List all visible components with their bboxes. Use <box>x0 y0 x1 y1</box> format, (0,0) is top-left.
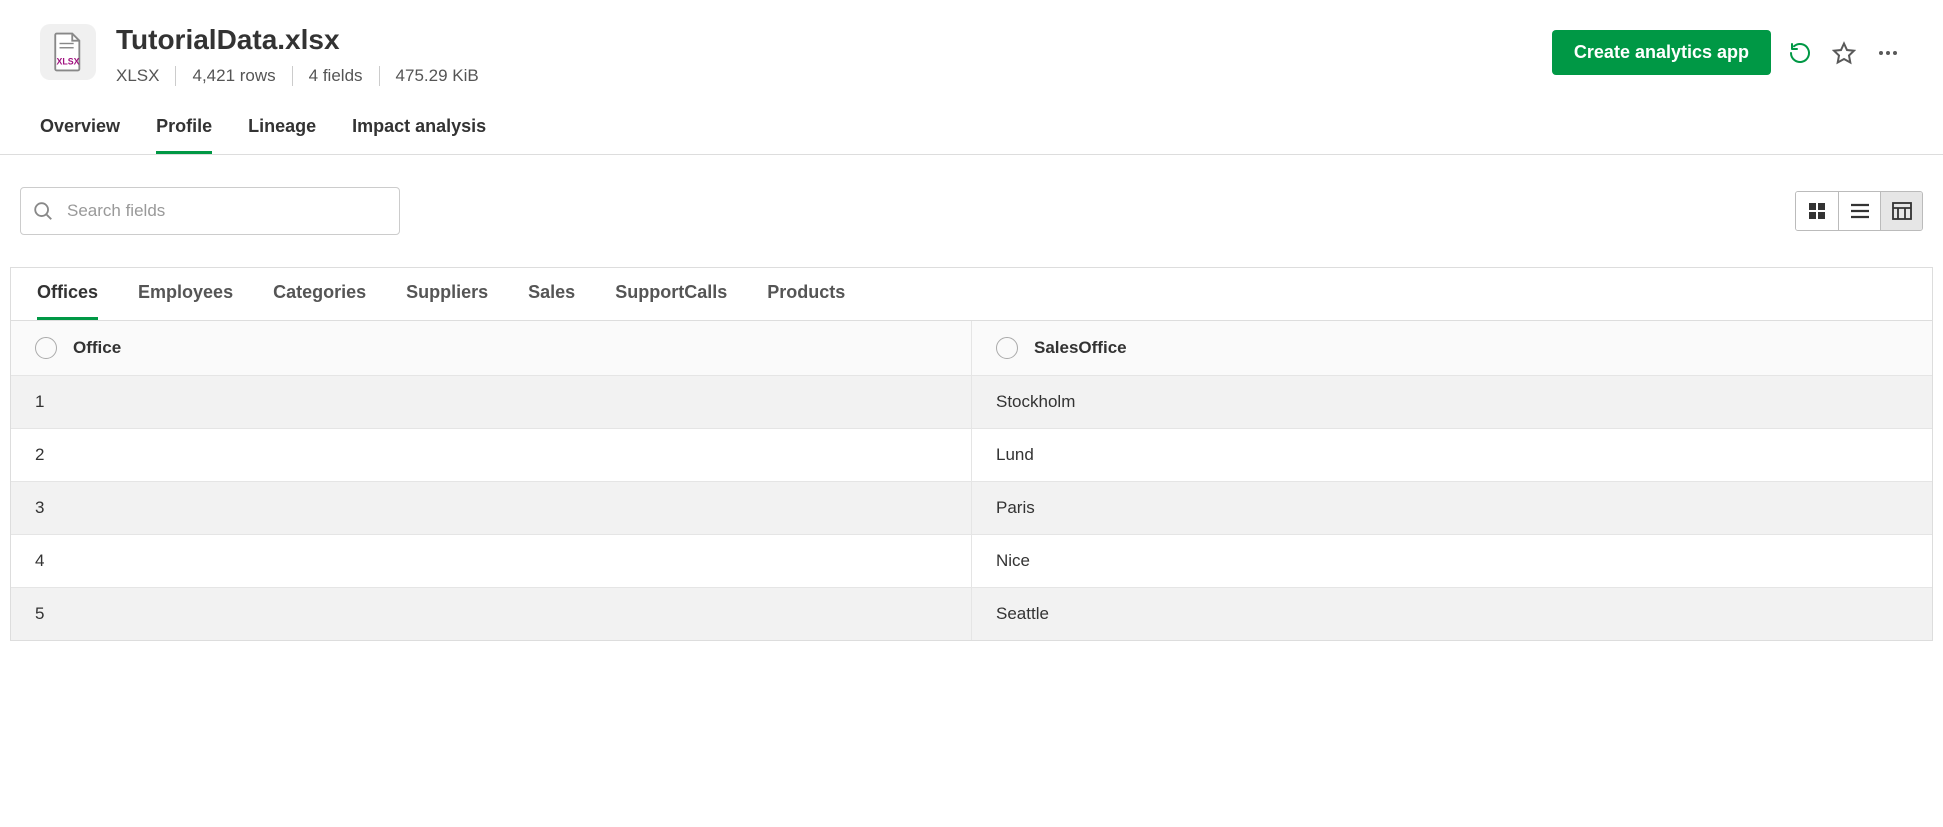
sheet-tabs: Offices Employees Categories Suppliers Sales… <box>11 268 1932 321</box>
sheet-tab-employees[interactable]: Employees <box>138 268 233 320</box>
star-icon[interactable] <box>1829 38 1859 68</box>
search-input[interactable] <box>20 187 400 235</box>
column-label: SalesOffice <box>1034 338 1127 358</box>
table-body: 1Stockholm2Lund3Paris4Nice5Seattle <box>11 376 1932 641</box>
tab-impact-analysis[interactable]: Impact analysis <box>352 104 486 154</box>
view-toggle <box>1795 191 1923 231</box>
cell-office: 4 <box>11 535 972 588</box>
data-table: Office SalesOffice 1Stockholm2Lund3Paris4… <box>11 321 1932 640</box>
table-header-row: Office SalesOffice <box>11 321 1932 376</box>
sheet-tab-products[interactable]: Products <box>767 268 845 320</box>
sheet-tab-suppliers[interactable]: Suppliers <box>406 268 488 320</box>
column-select-radio[interactable] <box>35 337 57 359</box>
cell-office: 3 <box>11 482 972 535</box>
more-icon[interactable] <box>1873 38 1903 68</box>
primary-tabs: Overview Profile Lineage Impact analysis <box>0 104 1943 155</box>
table-row[interactable]: 3Paris <box>11 482 1932 535</box>
meta-filetype: XLSX <box>116 66 175 86</box>
tab-profile[interactable]: Profile <box>156 104 212 154</box>
column-header-salesoffice[interactable]: SalesOffice <box>972 321 1933 376</box>
table-row[interactable]: 4Nice <box>11 535 1932 588</box>
cell-salesoffice: Seattle <box>972 588 1933 641</box>
table-row[interactable]: 5Seattle <box>11 588 1932 641</box>
sheet-tab-categories[interactable]: Categories <box>273 268 366 320</box>
create-analytics-button[interactable]: Create analytics app <box>1552 30 1771 75</box>
cell-salesoffice: Paris <box>972 482 1933 535</box>
meta-size: 475.29 KiB <box>380 66 495 86</box>
toolbar <box>0 155 1943 267</box>
view-grid-button[interactable] <box>1796 192 1838 230</box>
cell-salesoffice: Lund <box>972 429 1933 482</box>
refresh-icon[interactable] <box>1785 38 1815 68</box>
cell-office: 2 <box>11 429 972 482</box>
tab-overview[interactable]: Overview <box>40 104 120 154</box>
file-xlsx-icon: XLSX <box>40 24 96 80</box>
cell-salesoffice: Stockholm <box>972 376 1933 429</box>
page-title: TutorialData.xlsx <box>116 24 495 56</box>
sheet-tab-sales[interactable]: Sales <box>528 268 575 320</box>
meta-fields: 4 fields <box>293 66 379 86</box>
title-block: TutorialData.xlsx XLSX 4,421 rows 4 fiel… <box>116 24 495 86</box>
search-icon <box>32 200 54 222</box>
column-select-radio[interactable] <box>996 337 1018 359</box>
view-table-button[interactable] <box>1880 192 1922 230</box>
view-list-button[interactable] <box>1838 192 1880 230</box>
sheet-tab-offices[interactable]: Offices <box>37 268 98 320</box>
header-left: XLSX TutorialData.xlsx XLSX 4,421 rows 4… <box>40 24 495 86</box>
column-label: Office <box>73 338 121 358</box>
sheet-tab-supportcalls[interactable]: SupportCalls <box>615 268 727 320</box>
table-row[interactable]: 1Stockholm <box>11 376 1932 429</box>
cell-salesoffice: Nice <box>972 535 1933 588</box>
column-header-office[interactable]: Office <box>11 321 972 376</box>
cell-office: 1 <box>11 376 972 429</box>
table-row[interactable]: 2Lund <box>11 429 1932 482</box>
search-wrap <box>20 187 400 235</box>
meta-rows: 4,421 rows <box>176 66 291 86</box>
svg-text:XLSX: XLSX <box>57 57 80 67</box>
tab-lineage[interactable]: Lineage <box>248 104 316 154</box>
sheet-area: Offices Employees Categories Suppliers Sales… <box>10 267 1933 641</box>
cell-office: 5 <box>11 588 972 641</box>
header: XLSX TutorialData.xlsx XLSX 4,421 rows 4… <box>0 0 1943 104</box>
header-right: Create analytics app <box>1552 30 1903 75</box>
meta-row: XLSX 4,421 rows 4 fields 475.29 KiB <box>116 66 495 86</box>
